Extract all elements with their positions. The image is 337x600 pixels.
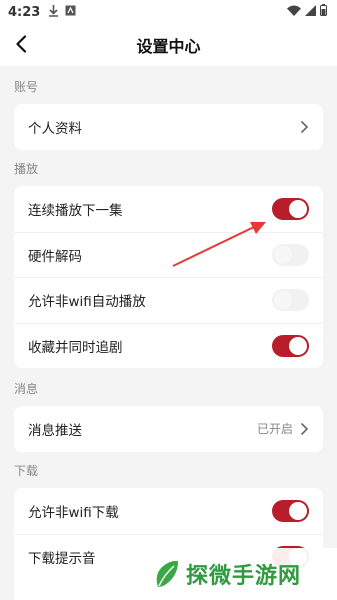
toggle-knob: [289, 501, 307, 520]
page-title: 设置中心: [136, 37, 201, 56]
toggle-hardware-decode[interactable]: [272, 243, 309, 266]
toggle-favorite-follow[interactable]: [272, 334, 309, 357]
toggle-non-wifi-autoplay[interactable]: [272, 289, 309, 312]
row-push-notifications[interactable]: 消息推送 已开启: [14, 406, 323, 452]
row-label: 允许非wifi下载: [28, 504, 119, 521]
toggle-knob: [289, 336, 307, 355]
status-bar: 4:23: [0, 0, 337, 24]
card-messages: 消息推送 已开启: [14, 406, 323, 452]
row-label: 收藏并同时追剧: [28, 339, 123, 356]
app-icon: [65, 5, 76, 19]
chevron-left-icon: [16, 35, 27, 53]
toggle-knob: [274, 245, 292, 264]
signal-icon: [305, 4, 316, 20]
status-time: 4:23: [8, 4, 41, 20]
row-non-wifi-autoplay: 允许非wifi自动播放: [14, 277, 323, 323]
section-label-messages: 消息: [14, 382, 39, 396]
watermark-text: 探微手游网: [186, 564, 302, 589]
row-label: 消息推送: [28, 422, 82, 439]
section-label-download: 下载: [14, 464, 39, 478]
section-label-playback: 播放: [14, 162, 39, 176]
chevron-right-icon: [300, 422, 309, 435]
row-label: 硬件解码: [28, 248, 82, 265]
toggle-knob: [289, 199, 307, 218]
row-label: 连续播放下一集: [28, 202, 123, 219]
wifi-icon: [287, 5, 301, 20]
toggle-non-wifi-download[interactable]: [272, 499, 309, 522]
chevron-right-icon: [300, 120, 309, 133]
card-account: 个人资料: [14, 104, 323, 150]
battery-icon: [320, 4, 327, 20]
row-label: 允许非wifi自动播放: [28, 294, 146, 311]
download-icon: [48, 4, 59, 20]
row-autoplay-next: 连续播放下一集: [14, 186, 323, 232]
back-button[interactable]: [10, 33, 32, 55]
watermark: 探微手游网: [144, 548, 337, 600]
section-label-account: 账号: [14, 80, 39, 94]
row-label: 个人资料: [28, 120, 82, 137]
row-non-wifi-download: 允许非wifi下载: [14, 488, 323, 534]
toggle-knob: [274, 291, 292, 310]
row-hardware-decode: 硬件解码: [14, 231, 323, 278]
toggle-autoplay-next[interactable]: [272, 197, 309, 220]
row-value: 已开启: [256, 422, 293, 437]
row-profile[interactable]: 个人资料: [14, 104, 323, 150]
page-header: 设置中心: [0, 24, 337, 66]
leaf-logo-icon: [156, 560, 178, 587]
card-playback: 连续播放下一集 硬件解码 允许非wifi自动播放 收藏并同时追剧: [14, 186, 323, 368]
row-favorite-follow: 收藏并同时追剧: [14, 322, 323, 369]
